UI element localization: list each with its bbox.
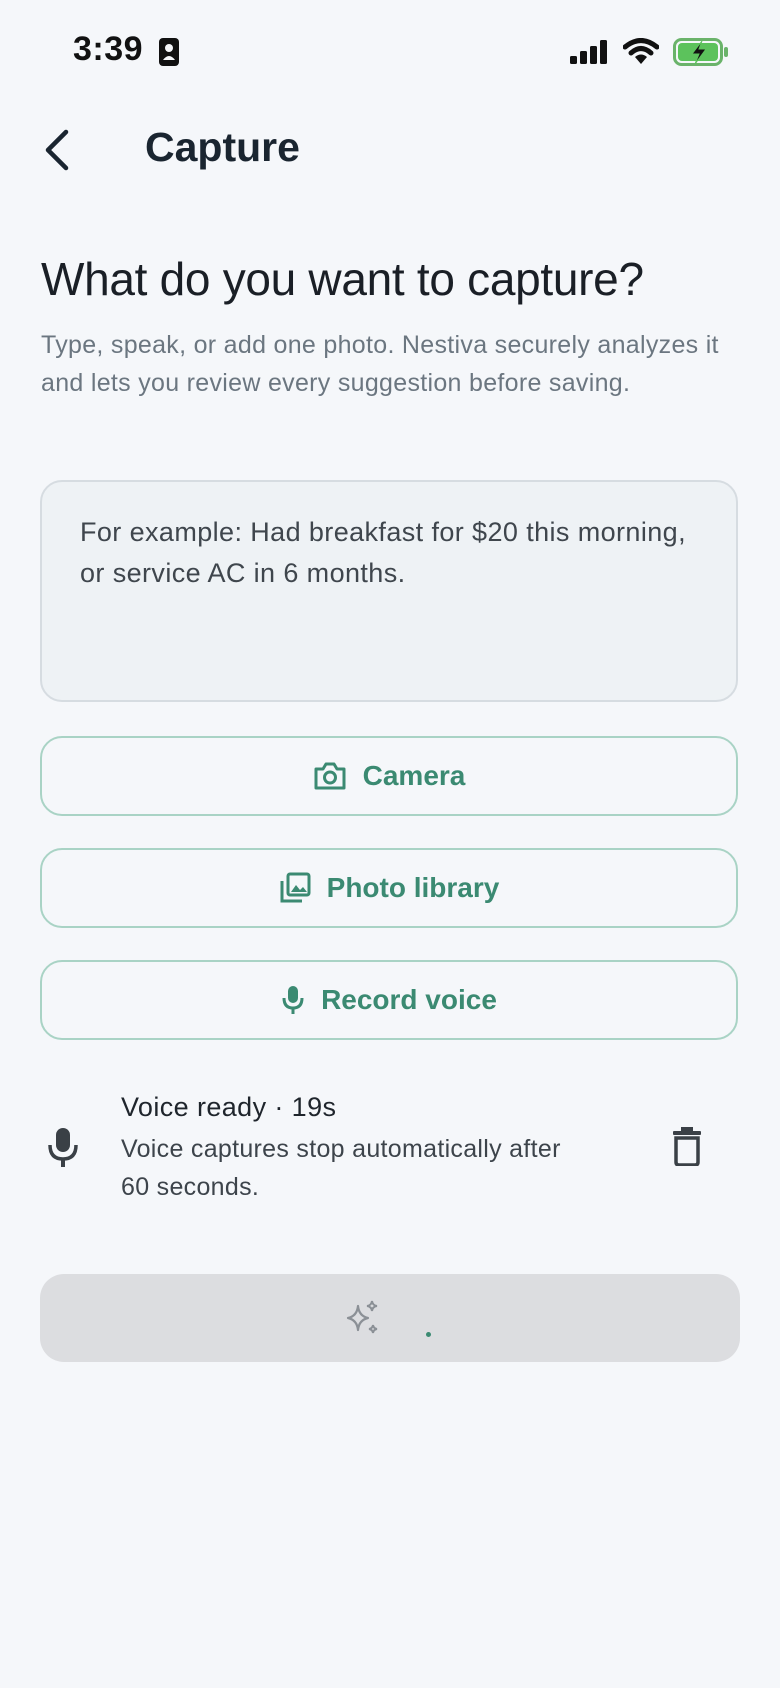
- signal-icon: [570, 40, 610, 69]
- battery-charging-icon: [673, 37, 729, 72]
- photo-library-button[interactable]: Photo library: [40, 848, 738, 928]
- photo-library-button-label: Photo library: [326, 872, 500, 903]
- mic-icon: [282, 986, 304, 1014]
- camera-button[interactable]: Camera: [40, 736, 738, 816]
- camera-icon: [314, 762, 346, 790]
- capture-text-input[interactable]: For example: Had breakfast for $20 this …: [40, 480, 738, 702]
- back-chevron-icon: [45, 129, 69, 171]
- page-title: Capture: [145, 124, 300, 170]
- record-voice-button-label: Record voice: [321, 984, 497, 1015]
- voice-status: Voice ready · 19s: [121, 1092, 337, 1122]
- camera-button-label: Camera: [362, 760, 466, 791]
- analyze-button[interactable]: [40, 1274, 740, 1362]
- status-time: 3:39: [73, 30, 144, 68]
- voice-mic-icon: [46, 1126, 80, 1173]
- input-placeholder: For example: Had breakfast for $20 this …: [80, 517, 686, 588]
- sparkles-icon: [345, 1300, 381, 1341]
- capture-heading: What do you want to capture?: [41, 253, 644, 305]
- delete-voice-button[interactable]: [672, 1126, 702, 1171]
- wifi-icon: [622, 38, 660, 71]
- voice-note: Voice captures stop automatically after …: [121, 1135, 561, 1201]
- trash-icon: [673, 1127, 701, 1167]
- loading-indicator: [426, 1332, 431, 1337]
- contact-card-icon: [158, 37, 180, 72]
- photo-library-icon: [280, 872, 311, 903]
- capture-subtitle: Type, speak, or add one photo. Nestiva s…: [41, 331, 719, 397]
- back-button[interactable]: [36, 122, 76, 178]
- record-voice-button[interactable]: Record voice: [40, 960, 738, 1040]
